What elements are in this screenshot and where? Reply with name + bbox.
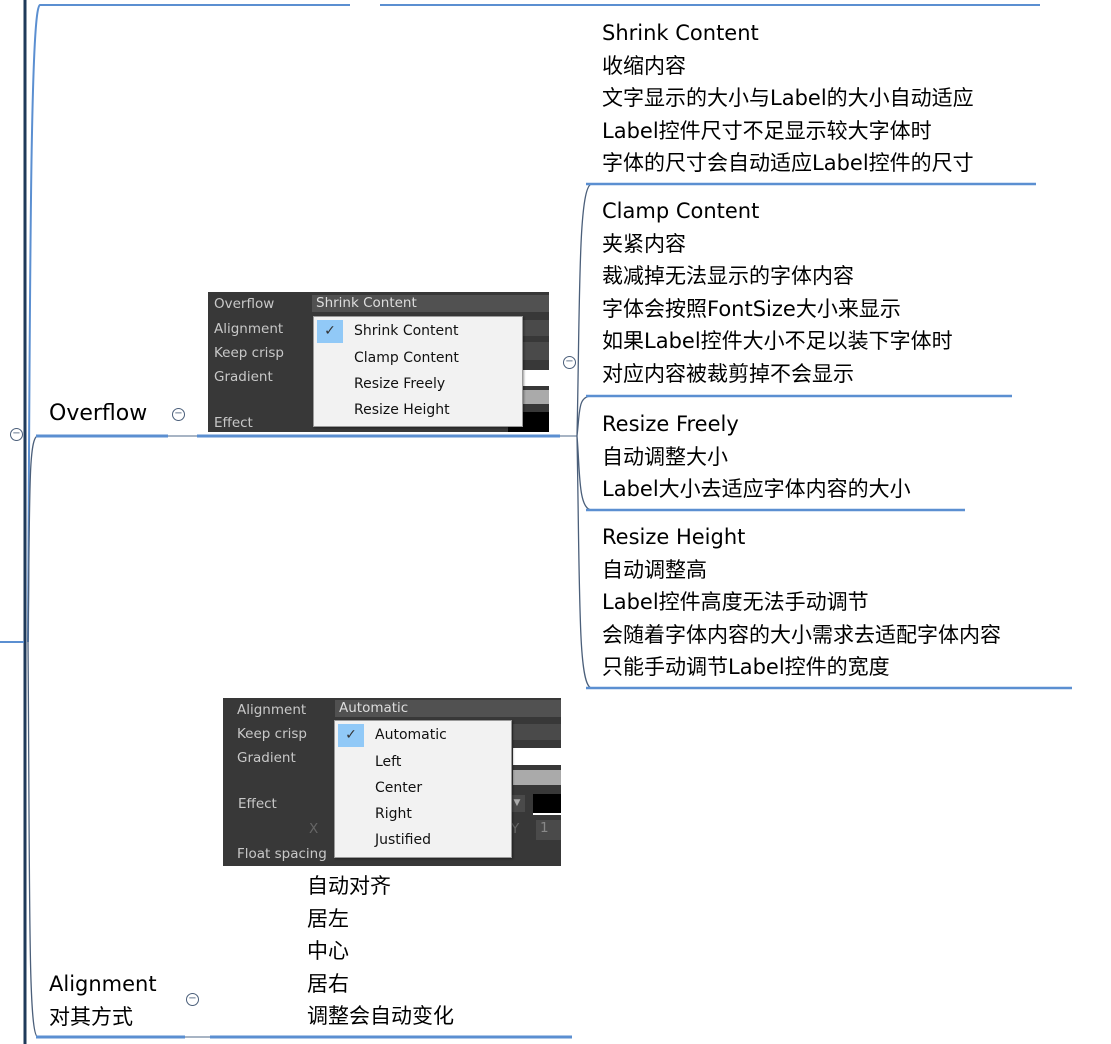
alignment-connector: [27, 641, 39, 1038]
check-icon: ✓: [338, 724, 364, 747]
overflow-dropdown-menu: ✓ Shrink Content Clamp Content Resize Fr…: [313, 316, 523, 427]
resize-height-node[interactable]: Resize Height 自动调整高 Label控件高度无法手动调节 会随着字…: [602, 521, 1001, 684]
collapse-overflow-children-icon[interactable]: −: [563, 356, 576, 369]
collapse-root-icon[interactable]: −: [10, 428, 23, 441]
alignment-node[interactable]: Alignment 对其方式: [49, 968, 157, 1033]
overflow-select[interactable]: Shrink Content: [312, 295, 549, 312]
resize-freely-node[interactable]: Resize Freely 自动调整大小 Label大小去适应字体内容的大小: [602, 408, 911, 506]
overflow-inspector-screenshot: Overflow Alignment Keep crisp Gradient E…: [208, 292, 549, 432]
check-icon: ✓: [317, 320, 343, 343]
shrink-content-node[interactable]: Shrink Content 收缩内容 文字显示的大小与Label的大小自动适应…: [602, 17, 974, 180]
menu-item[interactable]: Automatic: [375, 727, 447, 743]
alignment-select[interactable]: Automatic: [335, 700, 561, 717]
menu-item[interactable]: Resize Freely: [354, 376, 445, 392]
menu-item[interactable]: Clamp Content: [354, 350, 459, 366]
menu-item[interactable]: Center: [375, 780, 422, 796]
menu-item[interactable]: Left: [375, 754, 401, 770]
alignment-dropdown-menu: ✓ Automatic Left Center Right Justified: [334, 720, 512, 858]
menu-item[interactable]: Right: [375, 806, 412, 822]
overflow-children-connectors: [576, 183, 593, 689]
collapse-alignment-icon[interactable]: −: [186, 993, 199, 1006]
clamp-content-node[interactable]: Clamp Content 夹紧内容 裁减掉无法显示的字体内容 字体会按照Fon…: [602, 195, 953, 390]
alignment-inspector-screenshot: Alignment Keep crisp Gradient Effect X Y…: [223, 698, 561, 866]
collapse-overflow-icon[interactable]: −: [172, 408, 185, 421]
menu-item[interactable]: Justified: [375, 832, 431, 848]
menu-item[interactable]: Shrink Content: [354, 323, 459, 339]
alignment-description: 自动对齐 居左 中心 居右 调整会自动变化: [307, 874, 454, 1028]
menu-item[interactable]: Resize Height: [354, 402, 450, 418]
overflow-node[interactable]: Overflow: [49, 398, 147, 431]
